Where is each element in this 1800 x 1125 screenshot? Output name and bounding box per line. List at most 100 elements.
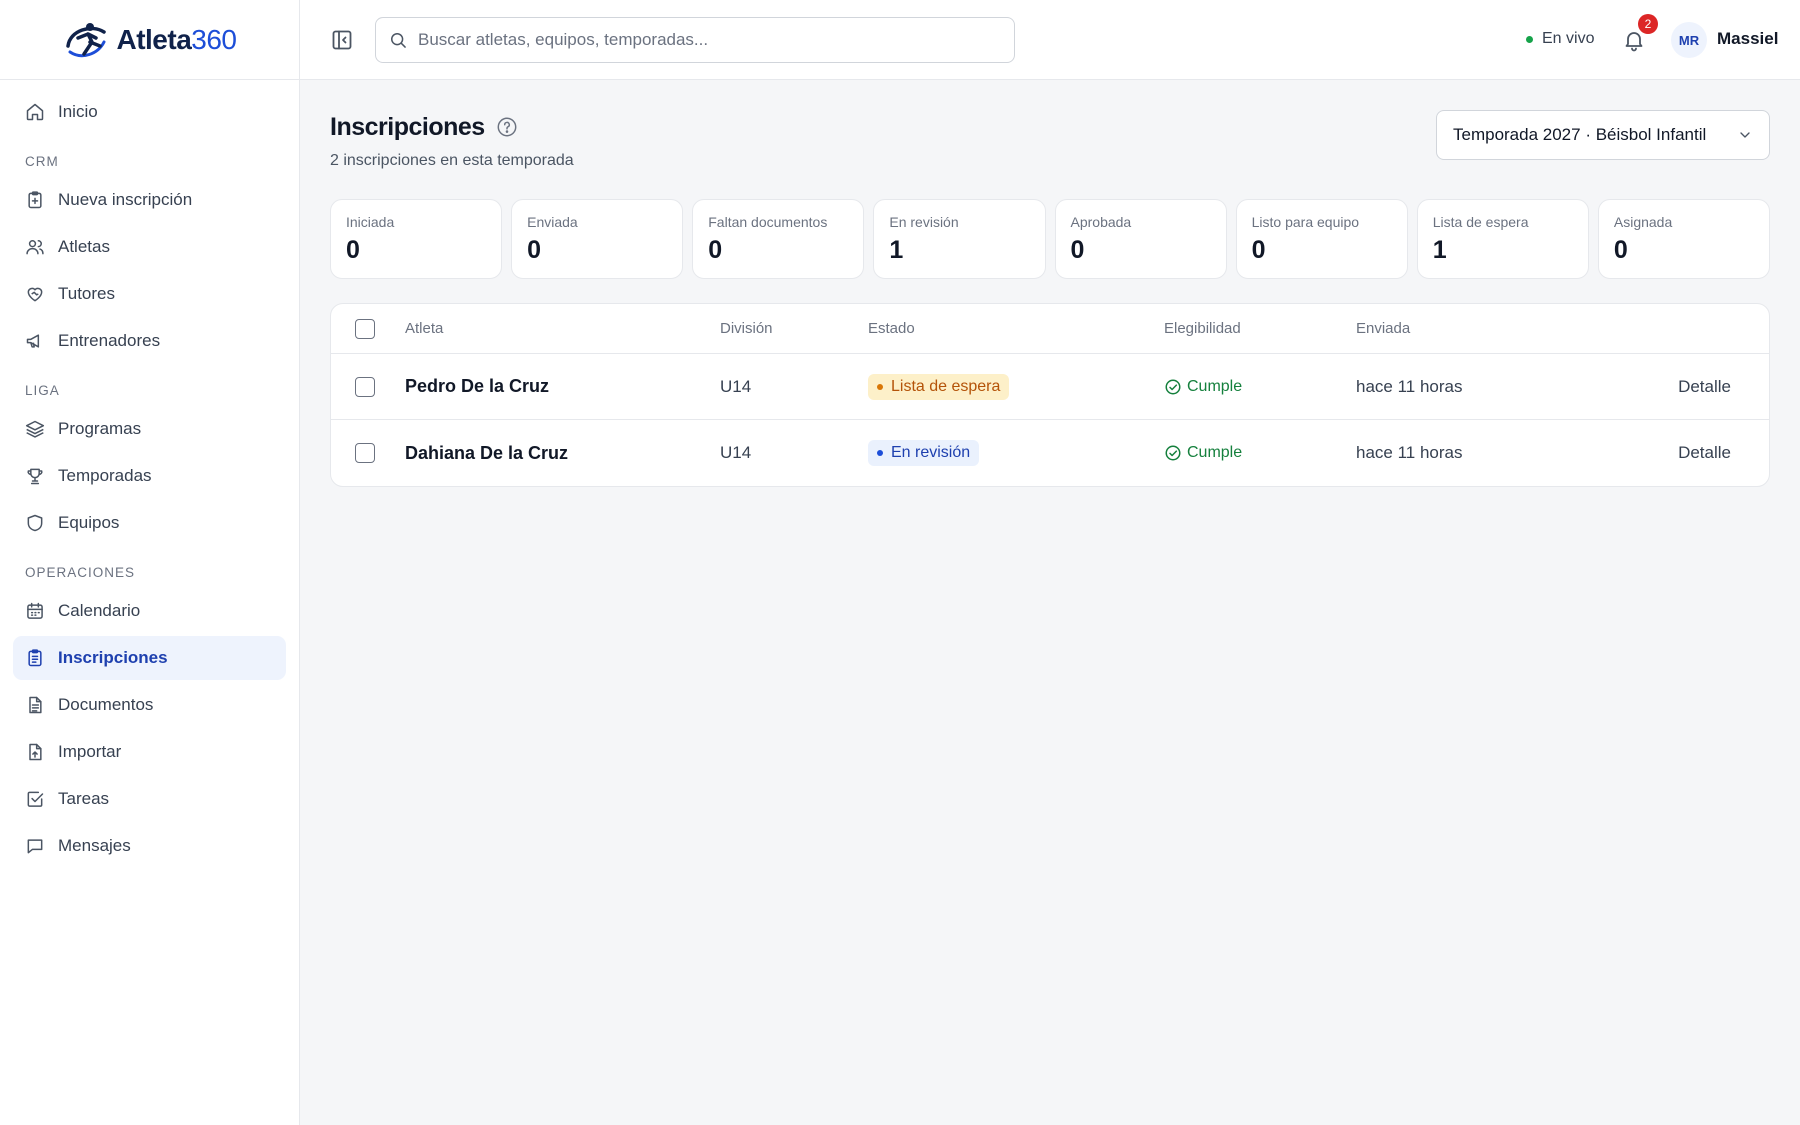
- header-athlete[interactable]: Atleta: [405, 304, 443, 353]
- sidebar-item-calendario[interactable]: Calendario: [13, 589, 286, 633]
- row-checkbox[interactable]: [355, 443, 375, 463]
- athlete-name[interactable]: Pedro De la Cruz: [405, 354, 549, 419]
- search-input[interactable]: [418, 30, 1002, 50]
- status-label: Lista de espera: [891, 377, 1001, 395]
- check-circle-icon: [1165, 445, 1181, 461]
- stat-value: 0: [1251, 236, 1266, 264]
- athlete-name[interactable]: Dahiana De la Cruz: [405, 420, 568, 486]
- status-badge: Lista de espera: [868, 373, 1010, 400]
- stat-card-en-revision[interactable]: En revisión 1: [873, 199, 1046, 279]
- sidebar-item-nueva-inscripcion[interactable]: Nueva inscripción: [13, 178, 286, 222]
- table-header: Atleta División Estado Elegibilidad Envi…: [331, 304, 1769, 354]
- header-sent[interactable]: Enviada: [1356, 304, 1410, 353]
- topbar: En vivo 2 MR Massiel: [300, 0, 1800, 80]
- sidebar-item-programas[interactable]: Programas: [13, 407, 286, 451]
- sidebar-item-label: Entrenadores: [58, 331, 161, 350]
- users-icon: [26, 240, 44, 255]
- stat-value: 0: [1613, 236, 1628, 264]
- sidebar-item-inicio[interactable]: Inicio: [13, 90, 286, 134]
- sidebar-item-label: Programas: [58, 419, 142, 438]
- stat-label: Lista de espera: [1432, 214, 1529, 230]
- status-dot-icon: [877, 383, 883, 390]
- division: U14: [720, 376, 752, 396]
- table-row[interactable]: Dahiana De la Cruz U14 En revisión Cumpl…: [331, 420, 1769, 486]
- logo[interactable]: Atleta360: [0, 0, 299, 80]
- sidebar-item-atletas[interactable]: Atletas: [13, 225, 286, 269]
- eligibility-label: Cumple: [1187, 377, 1243, 395]
- search-box[interactable]: [375, 17, 1015, 63]
- sidebar-toggle-icon[interactable]: [330, 28, 354, 52]
- stat-value: 0: [708, 236, 723, 264]
- sidebar-item-label: Calendario: [58, 601, 141, 620]
- season-select-value: Temporada 2027 · Béisbol Infantil: [1453, 125, 1707, 144]
- clipboard-plus-icon: [28, 191, 42, 209]
- stat-value: 1: [1432, 236, 1447, 264]
- sidebar-item-label: Documentos: [58, 695, 154, 714]
- season-select[interactable]: Temporada 2027 · Béisbol Infantil: [1436, 110, 1770, 160]
- stat-card-enviada[interactable]: Enviada 0: [511, 199, 684, 279]
- select-all-checkbox[interactable]: [355, 318, 375, 339]
- help-circle-icon[interactable]: [496, 116, 518, 138]
- sidebar-item-importar[interactable]: Importar: [13, 730, 286, 774]
- table-row[interactable]: Pedro De la Cruz U14 Lista de espera Cum…: [331, 354, 1769, 420]
- sidebar-item-documentos[interactable]: Documentos: [13, 683, 286, 727]
- registrations-table: Atleta División Estado Elegibilidad Envi…: [330, 303, 1770, 487]
- detail-link[interactable]: Detalle: [1678, 354, 1731, 419]
- page-subtitle: 2 inscripciones en esta temporada: [330, 152, 574, 169]
- sidebar-item-entrenadores[interactable]: Entrenadores: [13, 319, 286, 363]
- user-name[interactable]: Massiel: [1717, 29, 1778, 49]
- megaphone-icon: [26, 334, 40, 348]
- check-circle-icon: [1165, 379, 1181, 394]
- layers-icon: [25, 420, 45, 438]
- sidebar: Atleta360 Inicio CRM Nueva inscripción A…: [0, 0, 300, 1125]
- header-division[interactable]: División: [720, 304, 773, 353]
- sidebar-item-label: Atletas: [58, 237, 110, 256]
- sidebar-item-mensajes[interactable]: Mensajes: [13, 824, 286, 868]
- search-icon: [391, 33, 406, 48]
- avatar[interactable]: MR: [1671, 22, 1707, 58]
- sidebar-item-temporadas[interactable]: Temporadas: [13, 454, 286, 498]
- app-name: Atleta360: [116, 23, 237, 55]
- sidebar-item-label: Tutores: [58, 284, 116, 303]
- stat-card-asignada[interactable]: Asignada 0: [1597, 199, 1770, 279]
- runner-logo-icon: [66, 22, 107, 57]
- row-checkbox[interactable]: [355, 376, 375, 397]
- stat-card-aprobada[interactable]: Aprobada 0: [1054, 199, 1227, 279]
- clipboard-list-icon: [28, 649, 42, 667]
- stat-value: 1: [889, 236, 904, 264]
- detail-link[interactable]: Detalle: [1678, 420, 1731, 486]
- stat-card-iniciada[interactable]: Iniciada 0: [330, 199, 503, 279]
- stat-value: 0: [527, 236, 542, 264]
- message-icon: [27, 839, 43, 854]
- nav-section-crm: CRM: [25, 154, 59, 169]
- status-stats: Iniciada 0 Enviada 0 Faltan documentos 0 En…: [330, 199, 1770, 279]
- live-status: En vivo: [1526, 30, 1594, 48]
- sidebar-item-tutores[interactable]: Tutores: [13, 272, 286, 316]
- header-eligibility[interactable]: Elegibilidad: [1164, 304, 1241, 353]
- check-square-icon: [27, 791, 44, 807]
- stat-label: Aprobada: [1070, 214, 1132, 230]
- nav-section-operaciones: OPERACIONES: [25, 565, 136, 580]
- calendar-icon: [27, 602, 43, 619]
- stat-label: Iniciada: [346, 214, 395, 230]
- stat-card-lista-de-espera[interactable]: Lista de espera 1: [1416, 199, 1589, 279]
- row-select-cell: [355, 354, 375, 419]
- sidebar-item-label: Tareas: [58, 789, 110, 808]
- sidebar-item-tareas[interactable]: Tareas: [13, 777, 286, 821]
- sidebar-item-label: Temporadas: [58, 466, 152, 485]
- status-badge: En revisión: [868, 440, 980, 466]
- sidebar-item-label: Inscripciones: [58, 648, 168, 667]
- sidebar-item-inscripciones[interactable]: Inscripciones: [13, 636, 286, 680]
- status-label: En revisión: [891, 444, 971, 461]
- file-upload-icon: [29, 743, 42, 761]
- chevron-down-icon: [1740, 132, 1750, 138]
- stat-label: Faltan documentos: [708, 214, 828, 230]
- notification-badge: 2: [1638, 14, 1658, 34]
- sidebar-item-equipos[interactable]: Equipos: [13, 501, 286, 545]
- stat-card-listo-para-equipo[interactable]: Listo para equipo 0: [1235, 199, 1408, 279]
- header-status[interactable]: Estado: [868, 304, 915, 353]
- stat-card-faltan-documentos[interactable]: Faltan documentos 0: [692, 199, 865, 279]
- stat-label: Listo para equipo: [1251, 214, 1360, 230]
- stat-label: En revisión: [889, 214, 959, 230]
- sidebar-item-label: Equipos: [58, 513, 120, 532]
